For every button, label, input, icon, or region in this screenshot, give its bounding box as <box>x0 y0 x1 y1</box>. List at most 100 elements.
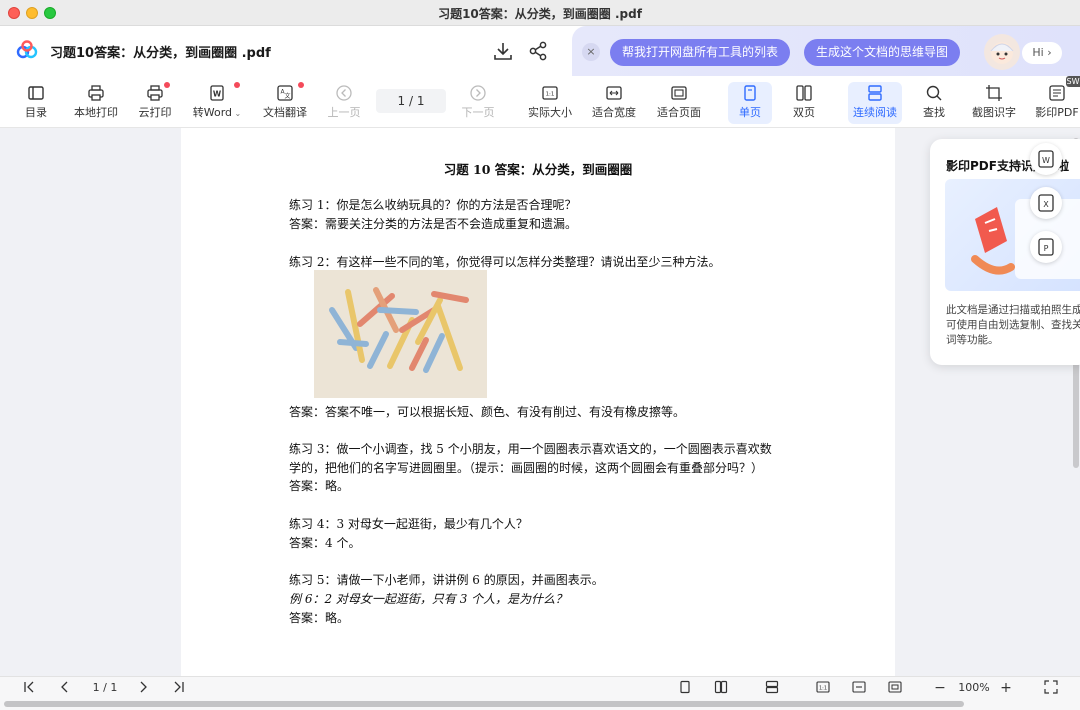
scan-pdf-promo-popup[interactable]: 影印PDF支持识别字啦 W X P 此文档是通过扫描或拍照生成，可使用自由划选复… <box>930 139 1080 365</box>
toolbar-double-page-button[interactable]: 双页 <box>783 82 825 124</box>
toolbar-local-print-button[interactable]: 本地打印 <box>70 82 122 124</box>
next-page-icon <box>470 85 486 101</box>
toolbar-fit-page-label: 适合页面 <box>657 106 701 119</box>
toolbar-translate-button[interactable]: A 文 文档翻译 <box>260 82 310 124</box>
doc-line: 答案：答案不唯一，可以根据长短、颜色、有没有削过、有没有橡皮擦等。 <box>289 405 686 419</box>
doc-line: 练习 4：3 对母女一起逛街，最少有几个人？ <box>289 517 528 531</box>
bottom-status-bar: 1 / 1 1:1 − 100% + <box>0 676 1080 698</box>
toolbar-fit-width-button[interactable]: 适合宽度 <box>588 82 640 124</box>
doc-line: 练习 3：做一个小调查，找 5 个小朋友，用一个圆圈表示喜欢语文的，一个圆圈表示… <box>289 442 772 456</box>
next-page-button[interactable] <box>134 680 152 696</box>
ai-close-button[interactable]: × <box>582 43 600 61</box>
doc-line: 练习 2：有这样一些不同的笔，你觉得可以怎样分类整理？请说出至少三种方法。 <box>289 255 721 269</box>
chevron-right-icon <box>140 681 147 693</box>
ai-assistant-panel: × 帮我打开网盘所有工具的列表 生成这个文档的思维导图 Hi › <box>572 26 1080 76</box>
toolbar-actual-size-button[interactable]: 1:1 实际大小 <box>524 82 576 124</box>
toolbar-continuous-button[interactable]: 连续阅读 <box>848 82 902 124</box>
double-page-icon <box>714 680 728 694</box>
share-icon[interactable] <box>527 40 549 62</box>
actual-size-view-button[interactable]: 1:1 <box>814 680 832 696</box>
toolbar-scan-pdf-label: 影印PDF <box>1035 106 1079 119</box>
toolbar-single-page-label: 单页 <box>739 106 761 119</box>
first-page-button[interactable] <box>20 680 38 696</box>
last-page-button[interactable] <box>170 680 188 696</box>
doc-line: 答案：略。 <box>289 479 350 493</box>
svg-text:1:1: 1:1 <box>819 686 827 692</box>
ppt-icon: P <box>1038 238 1054 256</box>
toolbar-cloud-print-button[interactable]: 云打印 <box>134 82 176 124</box>
toolbar-search-button[interactable]: 查找 <box>914 82 954 124</box>
svg-text:P: P <box>1044 244 1049 253</box>
toolbar-translate-label: 文档翻译 <box>263 106 307 119</box>
toolbar-search-label: 查找 <box>923 106 945 119</box>
download-icon[interactable] <box>492 40 514 62</box>
new-feature-dot <box>164 82 170 88</box>
fit-width-icon <box>606 86 622 100</box>
toolbar-continuous-label: 连续阅读 <box>853 106 897 119</box>
window-title: 习题10答案：从分类，到画圈圈 .pdf <box>438 7 642 21</box>
fullscreen-button[interactable] <box>1042 680 1060 696</box>
toolbar-double-page-label: 双页 <box>793 106 815 119</box>
excel-icon: X <box>1038 194 1054 212</box>
chevron-down-icon: ⌄ <box>232 109 242 118</box>
page-number-input[interactable]: 1 / 1 <box>376 89 446 113</box>
popup-description: 此文档是通过扫描或拍照生成，可使用自由划选复制、查找关键词等功能。 <box>946 304 1080 346</box>
word-icon: W <box>1038 150 1054 168</box>
toolbar-cloud-print-label: 云打印 <box>138 106 172 119</box>
new-feature-dot <box>234 82 240 88</box>
ai-suggestion-chip-mindmap[interactable]: 生成这个文档的思维导图 <box>804 39 961 66</box>
page-heading: 习题 10 答案：从分类，到画圈圈 <box>443 162 633 177</box>
ai-hi-button[interactable]: Hi › <box>1022 42 1062 64</box>
fullscreen-icon <box>1044 680 1058 694</box>
toolbar-single-page-button[interactable]: 单页 <box>728 82 772 124</box>
doc-line: 学的，把他们的名字写进圆圈里。（提示：画圆圈的时候，这两个圆圈会有重叠部分吗？） <box>289 461 764 475</box>
double-page-view-button[interactable] <box>712 680 730 696</box>
svg-text:X: X <box>1043 200 1049 209</box>
chevron-right-icon: › <box>1047 46 1052 59</box>
bottom-page-indicator[interactable]: 1 / 1 <box>84 680 126 696</box>
continuous-view-button[interactable] <box>763 680 781 696</box>
scan-pdf-icon <box>1049 85 1065 101</box>
toolbar-fit-page-button[interactable]: 适合页面 <box>653 82 705 124</box>
single-page-view-button[interactable] <box>676 680 694 696</box>
ppt-format-badge: P <box>1030 231 1062 263</box>
printer-icon <box>88 85 104 101</box>
fit-page-view-button[interactable] <box>886 680 904 696</box>
horizontal-scrollbar[interactable] <box>4 701 964 707</box>
new-feature-dot <box>298 82 304 88</box>
doc-line: 练习 1：你是怎么收纳玩具的？你的方法是否合理呢？ <box>289 198 577 212</box>
prev-page-icon <box>336 85 352 101</box>
zoom-out-button[interactable]: − <box>932 680 948 696</box>
ai-suggestion-chip-tools[interactable]: 帮我打开网盘所有工具的列表 <box>610 39 791 66</box>
pencils-illustration <box>314 270 487 398</box>
zoom-level[interactable]: 100% <box>955 680 993 696</box>
svg-text:1:1: 1:1 <box>546 92 555 98</box>
toolbar-toc-label: 目录 <box>25 106 47 119</box>
single-page-icon <box>744 85 756 101</box>
svg-text:W: W <box>1042 156 1050 165</box>
fit-page-icon <box>888 681 902 693</box>
single-page-icon <box>680 680 690 694</box>
pencils-icon <box>329 287 469 373</box>
toolbar-prev-page-label: 上一页 <box>327 106 361 119</box>
toolbar-screenshot-ocr-label: 截图识字 <box>972 106 1016 119</box>
zoom-in-button[interactable]: + <box>998 680 1014 696</box>
prev-page-button[interactable] <box>56 680 74 696</box>
toolbar-toc-button[interactable]: 目录 <box>14 82 58 124</box>
svg-text:文: 文 <box>284 92 290 100</box>
netdisk-logo-icon <box>16 40 38 59</box>
fit-page-icon <box>671 86 687 100</box>
main-toolbar: 目录 本地打印 云打印 W 转Word ⌄ A 文 文档翻译 上一页 1 / 1… <box>0 76 1080 128</box>
word-format-badge: W <box>1030 143 1062 175</box>
fit-width-view-button[interactable] <box>850 680 868 696</box>
doc-line: 例 6：2 对母女一起逛街，只有 3 个人，是为什么？ <box>289 592 568 606</box>
toolbar-next-page-button[interactable]: 下一页 <box>457 82 499 124</box>
toolbar-to-word-button[interactable]: W 转Word ⌄ <box>190 82 244 124</box>
last-page-icon <box>174 681 184 693</box>
toolbar-local-print-label: 本地打印 <box>74 106 118 119</box>
toolbar-prev-page-button[interactable]: 上一页 <box>323 82 365 124</box>
document-viewer[interactable]: 习题 10 答案：从分类，到画圈圈 练习 1：你是怎么收纳玩具的？你的方法是否合… <box>0 128 1080 676</box>
ai-avatar[interactable] <box>984 34 1020 70</box>
toolbar-scan-pdf-button[interactable]: 影印PDF <box>1034 82 1080 124</box>
toolbar-screenshot-ocr-button[interactable]: 截图识字 <box>968 82 1020 124</box>
